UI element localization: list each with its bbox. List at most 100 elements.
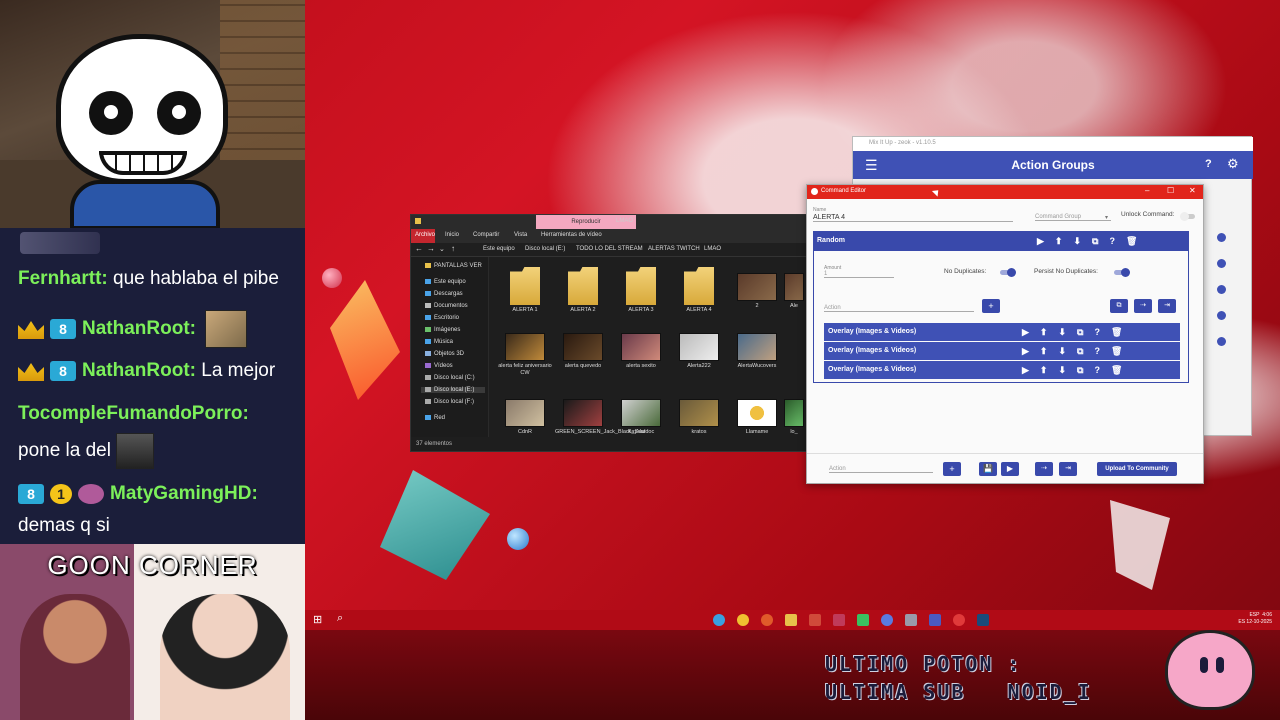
edge-icon[interactable]: [713, 614, 725, 626]
system-tray[interactable]: ESP 4:06 ES 12-10-2025: [1238, 612, 1272, 626]
file-explorer-icon[interactable]: [785, 614, 797, 626]
breadcrumb-item[interactable]: Este equipo: [483, 246, 515, 252]
sub-action-row[interactable]: Overlay (Images & Videos) ▶ ⬆ ⬇ ⧉? 🗑: [824, 361, 1180, 379]
up-arrow-icon[interactable]: ↑: [451, 244, 455, 253]
address-bar[interactable]: ← → ⌄ ↑ Este equipo Disco local (E:) TOD…: [411, 243, 811, 257]
tab-video-tools[interactable]: Herramientas de vídeo: [541, 232, 602, 238]
copy-icon[interactable]: ⧉: [1092, 236, 1098, 247]
move-up-icon[interactable]: ⬆: [1040, 365, 1048, 376]
nav-item[interactable]: Red: [425, 415, 445, 421]
list-dot[interactable]: [1217, 233, 1226, 242]
tab-compartir[interactable]: Compartir: [473, 232, 499, 238]
list-dot[interactable]: [1217, 337, 1226, 346]
name-input[interactable]: ALERTA 4: [813, 214, 1013, 222]
mixitup-icon[interactable]: [953, 614, 965, 626]
persist-toggle[interactable]: [1114, 268, 1130, 277]
nav-item[interactable]: Disco local (C:): [425, 375, 475, 381]
help-icon[interactable]: ?: [1205, 158, 1212, 170]
add-action-button[interactable]: +: [982, 299, 1000, 313]
import-button[interactable]: ⇥: [1059, 462, 1077, 476]
action-header[interactable]: Random ▶ ⬆ ⬇ ⧉ ? 🗑: [813, 231, 1189, 251]
app-icon[interactable]: [929, 614, 941, 626]
move-up-icon[interactable]: ⬆: [1055, 236, 1063, 247]
trash-icon[interactable]: 🗑: [1111, 365, 1122, 376]
move-up-icon[interactable]: ⬆: [1040, 327, 1048, 338]
trash-icon[interactable]: 🗑: [1111, 327, 1122, 338]
move-down-icon[interactable]: ⬇: [1058, 327, 1066, 338]
move-down-icon[interactable]: ⬇: [1073, 236, 1081, 247]
list-dot[interactable]: [1217, 285, 1226, 294]
upload-button[interactable]: Upload To Community: [1097, 462, 1177, 476]
command-editor-window[interactable]: Command Editor – ☐ ✕ Name ALERTA 4 Comma…: [806, 184, 1204, 484]
steam-icon[interactable]: [977, 614, 989, 626]
chat-username[interactable]: MatyGamingHD:: [110, 483, 258, 504]
editor-titlebar[interactable]: Command Editor – ☐ ✕: [807, 185, 1203, 199]
trash-icon[interactable]: 🗑: [1126, 236, 1137, 247]
help-icon[interactable]: ?: [1094, 365, 1100, 375]
list-dot[interactable]: [1217, 311, 1226, 320]
nav-item[interactable]: Escritorio: [425, 315, 459, 321]
no-duplicates-toggle[interactable]: [1000, 268, 1016, 277]
forward-arrow-icon[interactable]: →: [427, 244, 435, 253]
list-dot[interactable]: [1217, 259, 1226, 268]
chat-username[interactable]: NathanRoot:: [82, 318, 196, 339]
chat-username[interactable]: NathanRoot:: [82, 360, 196, 381]
app-icon[interactable]: [809, 614, 821, 626]
folder-tile[interactable]: ALERTA 2: [555, 267, 611, 314]
breadcrumb-item[interactable]: LMAO: [704, 246, 721, 252]
move-down-icon[interactable]: ⬇: [1058, 346, 1066, 357]
unlock-toggle[interactable]: [1180, 212, 1195, 221]
copy-icon[interactable]: ⧉: [1077, 327, 1083, 338]
browser-icon[interactable]: [761, 614, 773, 626]
folder-tile[interactable]: ALERTA 1: [497, 267, 553, 314]
folder-tile[interactable]: ALERTA 4: [671, 267, 727, 314]
nav-item[interactable]: Música: [425, 339, 453, 345]
help-icon[interactable]: ?: [1094, 327, 1100, 337]
gear-icon[interactable]: ⚙: [1227, 156, 1239, 172]
sub-action-row[interactable]: Overlay (Images & Videos) ▶ ⬆ ⬇ ⧉? 🗑: [824, 323, 1180, 341]
video-tile[interactable]: Alerta222: [671, 327, 727, 370]
video-tile[interactable]: CdnR: [497, 393, 553, 436]
action-select[interactable]: Action: [824, 305, 974, 312]
video-tile[interactable]: GREEN_SCREEN_Jack_Black_Saul: [555, 393, 645, 436]
maximize-icon[interactable]: ☐: [1167, 186, 1174, 195]
help-icon[interactable]: ?: [1094, 346, 1100, 356]
import-button[interactable]: ⇥: [1158, 299, 1176, 313]
back-arrow-icon[interactable]: ←: [415, 244, 423, 253]
tab-archivo[interactable]: Archivo: [415, 232, 435, 238]
search-icon[interactable]: ⌕: [337, 612, 349, 624]
trash-icon[interactable]: 🗑: [1111, 346, 1122, 357]
video-tile[interactable]: Ale: [779, 267, 809, 310]
nav-item[interactable]: PANTALLAS VER: [425, 263, 482, 269]
tab-vista[interactable]: Vista: [514, 232, 527, 238]
play-icon[interactable]: ▶: [1022, 365, 1029, 376]
copy-icon[interactable]: ⧉: [1077, 365, 1083, 376]
app-icon[interactable]: [833, 614, 845, 626]
move-down-icon[interactable]: ⬇: [1058, 365, 1066, 376]
copy-button[interactable]: ⧉: [1110, 299, 1128, 313]
nav-item[interactable]: Objetos 3D: [425, 351, 464, 357]
close-icon[interactable]: ✕: [1189, 186, 1196, 195]
amount-input[interactable]: 1: [824, 271, 894, 278]
video-tile[interactable]: alerta feliz aniversario CW: [497, 327, 553, 377]
nav-item[interactable]: Disco local (F:): [425, 399, 474, 405]
breadcrumb-item[interactable]: Disco local (E:): [525, 246, 565, 252]
play-icon[interactable]: ▶: [1037, 236, 1044, 247]
export-button[interactable]: ⇢: [1134, 299, 1152, 313]
help-icon[interactable]: ?: [1109, 236, 1115, 246]
windows-start-icon[interactable]: ⊞: [313, 613, 325, 626]
breadcrumb-item[interactable]: ALERTAS TWITCH: [648, 246, 700, 252]
sub-action-row[interactable]: Overlay (Images & Videos) ▶ ⬆ ⬇ ⧉? 🗑: [824, 342, 1180, 360]
video-tile[interactable]: lo_: [779, 393, 809, 436]
nav-item-this-pc[interactable]: Este equipo: [425, 279, 466, 285]
chevron-down-icon[interactable]: ⌄: [439, 245, 445, 253]
discord-icon[interactable]: [881, 614, 893, 626]
video-tile[interactable]: kratos: [671, 393, 727, 436]
breadcrumb-item[interactable]: TODO LO DEL STREAM: [576, 246, 643, 252]
command-group-select[interactable]: Command Group: [1035, 214, 1111, 221]
chat-username[interactable]: TocompleFumandoPorro:: [18, 403, 249, 424]
nav-item[interactable]: Descargas: [425, 291, 463, 297]
chrome-icon[interactable]: [737, 614, 749, 626]
video-tile[interactable]: alerta sexito: [613, 327, 669, 370]
language-indicator[interactable]: ESP: [1249, 612, 1259, 618]
